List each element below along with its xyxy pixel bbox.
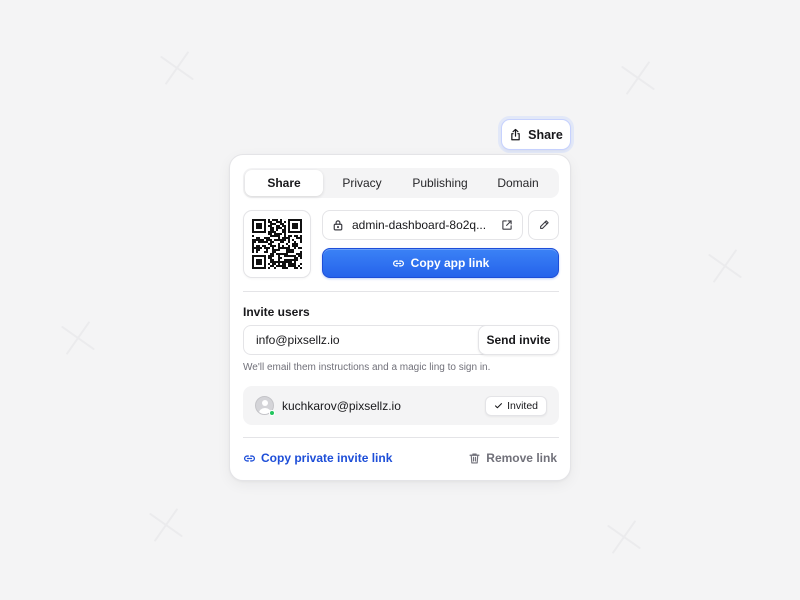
background-sparkle <box>138 497 194 553</box>
edit-url-button[interactable] <box>528 210 559 240</box>
tab-domain[interactable]: Domain <box>479 170 557 196</box>
pencil-icon <box>539 220 549 229</box>
share-icon <box>511 128 520 141</box>
link-icon <box>392 259 404 267</box>
remove-link-button[interactable]: Remove link <box>468 451 557 465</box>
invite-email-input[interactable] <box>244 333 478 347</box>
copy-private-invite-link[interactable]: Copy private invite link <box>243 451 392 465</box>
share-trigger-button[interactable]: Share <box>501 119 571 150</box>
qr-code-icon <box>252 219 302 269</box>
online-status-dot <box>269 410 275 416</box>
background-sparkle <box>596 509 652 565</box>
tab-privacy[interactable]: Privacy <box>323 170 401 196</box>
tab-share[interactable]: Share <box>245 170 323 196</box>
invite-helper-text: We'll email them instructions and a magi… <box>243 362 491 373</box>
invited-user-email: kuchkarov@pixsellz.io <box>282 398 401 413</box>
background-sparkle <box>149 40 205 96</box>
share-trigger-label: Share <box>528 127 563 142</box>
copy-private-invite-label: Copy private invite link <box>261 451 393 465</box>
background-sparkle <box>50 310 106 366</box>
app-url-text: admin-dashboard-8o2q... <box>352 218 487 232</box>
link-icon <box>243 454 256 462</box>
copy-app-link-label: Copy app link <box>410 256 490 270</box>
tab-publishing[interactable]: Publishing <box>401 170 479 196</box>
invite-row: Send invite <box>243 325 559 355</box>
external-link-icon[interactable] <box>501 219 513 231</box>
footer-divider <box>243 437 559 438</box>
invited-status-label: Invited <box>507 399 538 412</box>
invited-status-badge: Invited <box>485 395 547 416</box>
send-invite-button[interactable]: Send invite <box>478 325 559 355</box>
share-panel: Share Privacy Publishing Domain admin-da… <box>229 154 571 481</box>
qr-code[interactable] <box>243 210 311 278</box>
invited-user-row: kuchkarov@pixsellz.io Invited <box>243 386 559 425</box>
tab-bar: Share Privacy Publishing Domain <box>243 168 559 198</box>
section-divider <box>243 291 559 292</box>
background-sparkle <box>697 238 753 294</box>
copy-app-link-button[interactable]: Copy app link <box>322 248 559 278</box>
invite-users-heading: Invite users <box>243 305 310 319</box>
lock-icon <box>333 220 343 231</box>
check-icon <box>495 403 503 409</box>
app-url-field[interactable]: admin-dashboard-8o2q... <box>322 210 523 240</box>
remove-link-label: Remove link <box>486 451 557 465</box>
user-avatar <box>255 396 275 416</box>
background-sparkle <box>610 50 666 106</box>
trash-icon <box>469 452 480 464</box>
